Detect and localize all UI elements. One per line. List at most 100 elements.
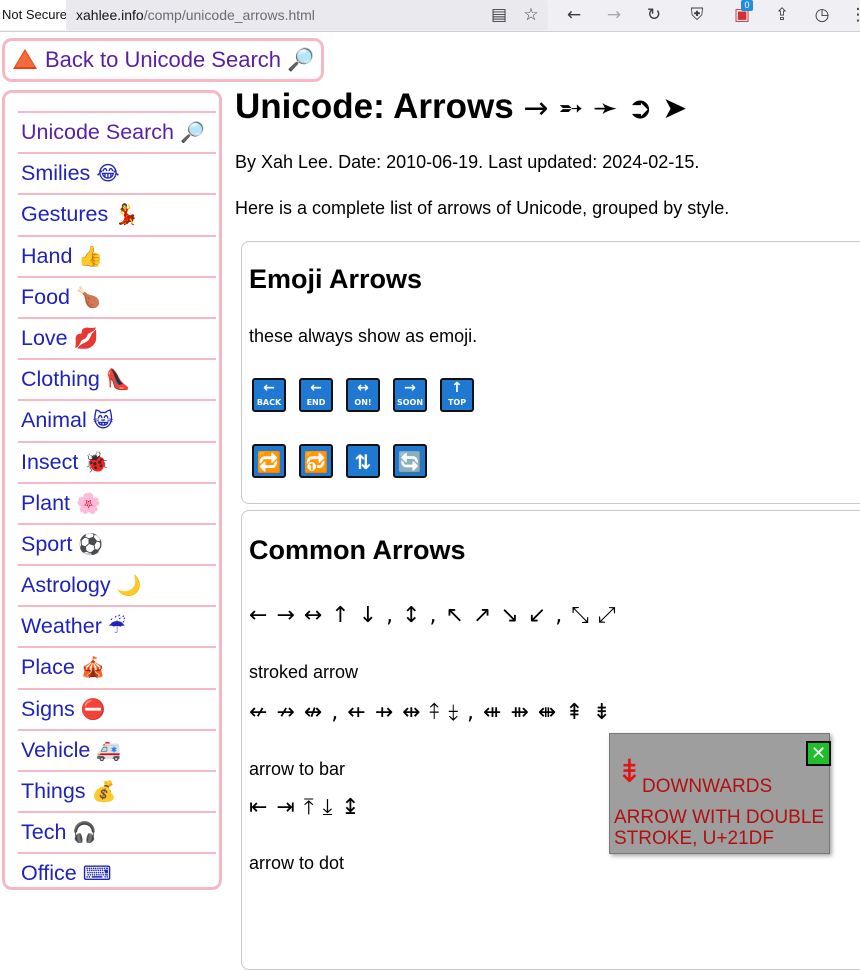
- sidebar-item-vehicle[interactable]: Vehicle 🚑: [18, 728, 216, 770]
- sidebar-item-label: Gestures: [21, 202, 109, 227]
- soccer-ball-icon: ⚽: [78, 531, 104, 556]
- sidebar-item-place[interactable]: Place 🎪: [18, 646, 216, 687]
- sidebar-item-weather[interactable]: Weather ☔: [18, 605, 216, 646]
- sidebar-item-label: Hand: [21, 243, 73, 268]
- emoji-arrows-heading: Emoji Arrows: [249, 264, 423, 294]
- forward-icon[interactable]: →: [602, 3, 626, 27]
- save-to-pocket-icon[interactable]: ⇪: [770, 3, 794, 27]
- char-info-popup: ✕ ⇟ DOWNWARDS ARROW WITH DOUBLE STROKE, …: [609, 733, 831, 854]
- intro-text: Here is a complete list of arrows of Uni…: [235, 198, 730, 218]
- sidebar-item-label: Vehicle: [21, 737, 91, 762]
- security-indicator[interactable]: Not Secure: [0, 0, 66, 30]
- topic-sidebar: Unicode Search 🔎 Smilies 😂 Gestures 💃 Hand 👍 Foo…: [2, 90, 222, 890]
- sidebar-item-label: Sport: [21, 531, 73, 556]
- popup-line-1: DOWNWARDS: [642, 776, 773, 797]
- emoji-cycle-glyph: 🔁: [256, 450, 282, 474]
- no-entry-icon: ⛔: [80, 696, 106, 721]
- arrow-to-bar-line[interactable]: ⇤ ⇥ ⤒ ⤓ ↨: [249, 795, 361, 820]
- sidebar-item-plant[interactable]: Plant 🌸: [18, 481, 216, 523]
- end-arrow-icon[interactable]: ← END: [299, 378, 333, 412]
- sidebar-item-label: Smilies: [21, 161, 91, 186]
- dancer-icon: 💃: [114, 202, 140, 227]
- sidebar-item-label: Animal: [21, 408, 87, 433]
- emoji-cycle-glyph: 🔄: [397, 450, 423, 474]
- kiss-icon: 💋: [73, 325, 99, 350]
- more-icon[interactable]: ⋮: [846, 3, 860, 27]
- emoji-arrow-glyph: ↔: [357, 380, 369, 396]
- sidebar-item-astrology[interactable]: Astrology 🌙: [18, 564, 216, 605]
- counterclockwise-arrows-icon[interactable]: 🔄: [393, 444, 427, 478]
- title-text: Unicode: Arrows: [235, 87, 514, 126]
- emoji-row-text-arrows: ← BACK ← END ↔ ON! → SOON ↑ TOP: [252, 378, 474, 412]
- common-arrows-line[interactable]: ← → ↔ ↑ ↓ , ↕ , ↖ ↗ ↘ ↙ , ⤡ ⤢: [249, 603, 616, 628]
- bookmark-star-icon[interactable]: ☆: [519, 3, 543, 27]
- sidebar-item-gestures[interactable]: Gestures 💃: [18, 193, 216, 234]
- emoji-cycle-glyph: ⇅: [354, 450, 372, 474]
- sidebar-item-label: Signs: [21, 696, 75, 721]
- sidebar-item-label: Astrology: [21, 573, 111, 598]
- sidebar-item-smilies[interactable]: Smilies 😂: [18, 152, 216, 193]
- stroked-arrows-line[interactable]: ↚ ↛ ↮ , ⇷ ⇸ ⇹ ⤉ ⤈ , ⇺ ⇻ ⇼ ⇞ ⇟: [249, 700, 612, 725]
- drumstick-icon: 🍗: [76, 284, 101, 309]
- back-arrow-icon[interactable]: ← BACK: [252, 378, 286, 412]
- repeat-icon[interactable]: 🔁: [252, 444, 286, 478]
- thumbs-up-icon: 👍: [78, 243, 104, 268]
- url-path: /comp/unicode_arrows.html: [143, 7, 315, 23]
- sidebar-item-label: Plant: [21, 490, 71, 515]
- sidebar-item-label: Office: [21, 861, 77, 886]
- high-heel-icon: 👠: [105, 367, 131, 392]
- title-arrows: → ➵ ➛ ➲ ➤: [523, 91, 688, 126]
- repeat-once-icon[interactable]: 🔂: [299, 444, 333, 478]
- top-arrow-icon[interactable]: ↑ TOP: [440, 378, 474, 412]
- ladybug-icon: 🐞: [84, 449, 110, 474]
- magnifier-icon: 🔎: [287, 48, 315, 73]
- circus-tent-icon: 🎪: [80, 655, 106, 680]
- sidebar-item-tech[interactable]: Tech 🎧: [18, 811, 216, 852]
- emoji-arrow-label: SOON: [396, 398, 424, 407]
- keyboard-icon: ⌨: [82, 861, 112, 886]
- moon-icon: 🌙: [116, 573, 142, 598]
- sidebar-item-label: Tech: [21, 820, 67, 845]
- sidebar-item-clothing[interactable]: Clothing 👠: [18, 358, 216, 399]
- sidebar-item-label: Weather: [21, 614, 102, 639]
- history-icon[interactable]: ◷: [810, 3, 834, 27]
- on-arrow-icon[interactable]: ↔ ON!: [346, 378, 380, 412]
- emoji-arrow-glyph: ←: [310, 380, 322, 396]
- back-to-unicode-search-button[interactable]: Back to Unicode Search 🔎: [2, 38, 324, 82]
- sidebar-item-sport[interactable]: Sport ⚽: [18, 522, 216, 564]
- arrow-to-bar-label: arrow to bar: [249, 759, 346, 779]
- sidebar-item-insect[interactable]: Insect 🐞: [18, 440, 216, 482]
- sidebar-item-unicode-search[interactable]: Unicode Search 🔎: [18, 111, 216, 152]
- browser-toolbar: Not Secure xahlee.info/comp/unicode_arro…: [0, 0, 860, 32]
- sidebar-item-love[interactable]: Love 💋: [18, 316, 216, 358]
- sidebar-item-label: Clothing: [21, 367, 100, 392]
- smiley-icon: 😂: [96, 161, 120, 186]
- sidebar-item-animal[interactable]: Animal 😸: [18, 399, 216, 440]
- back-button-label: Back to Unicode Search: [45, 47, 282, 72]
- url-host: xahlee.info: [76, 7, 144, 23]
- reload-icon[interactable]: ↻: [642, 3, 666, 27]
- sidebar-item-food[interactable]: Food 🍗: [18, 275, 216, 317]
- warning-triangle-icon: [13, 49, 37, 69]
- sidebar-item-signs[interactable]: Signs ⛔: [18, 687, 216, 729]
- reader-view-icon[interactable]: ▤: [487, 3, 511, 27]
- shield-icon[interactable]: ⛨: [685, 3, 709, 27]
- sidebar-item-things[interactable]: Things 💰: [18, 770, 216, 811]
- popup-line-2: ARROW WITH DOUBLE STROKE, U+21DF: [614, 807, 825, 849]
- close-icon[interactable]: ✕: [806, 741, 831, 766]
- sidebar-item-label: Unicode Search: [21, 120, 174, 144]
- sidebar-item-office[interactable]: Office ⌨: [18, 852, 216, 893]
- back-icon[interactable]: ←: [562, 3, 586, 27]
- emoji-arrow-label: ON!: [354, 398, 372, 407]
- emoji-note: these always show as emoji.: [249, 326, 478, 346]
- address-bar[interactable]: xahlee.info/comp/unicode_arrows.html: [66, 0, 548, 30]
- headphone-icon: 🎧: [72, 820, 98, 845]
- cat-icon: 😸: [92, 408, 114, 433]
- vertical-arrows-icon[interactable]: ⇅: [346, 444, 380, 478]
- sidebar-item-hand[interactable]: Hand 👍: [18, 234, 216, 276]
- sidebar-item-label: Love: [21, 325, 68, 350]
- emoji-arrow-label: END: [306, 398, 326, 407]
- blossom-icon: 🌸: [76, 490, 101, 515]
- sidebar-item-label: Insect: [21, 449, 79, 474]
- soon-arrow-icon[interactable]: → SOON: [393, 378, 427, 412]
